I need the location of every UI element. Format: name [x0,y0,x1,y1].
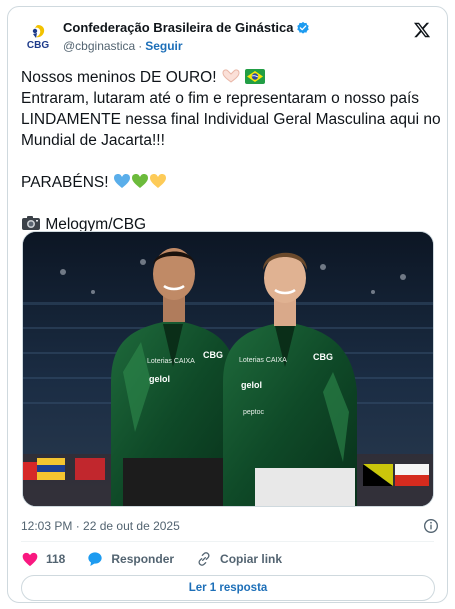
name-line: Confederação Brasileira de Ginástica [63,20,310,35]
heart-icon [22,552,38,566]
verified-badge-icon [297,21,310,34]
jacket-logo-right: CBG [313,352,333,362]
jacket-sponsor-1-right: Loterias CAIXA [239,357,287,364]
copy-link-label: Copiar link [220,552,283,566]
handle[interactable]: @cbginastica [63,39,135,53]
gymnast-logo-icon [32,24,45,38]
timestamp[interactable]: 12:03 PM · 22 de out de 2025 [21,519,180,533]
action-bar: 118 Responder Copiar link [22,545,304,573]
handle-line: @cbginastica · Seguir [63,39,183,53]
avatar[interactable]: CBG [20,19,56,55]
avatar-text: CBG [26,39,50,51]
green-heart-emoji-icon [131,174,148,188]
tweet-photo[interactable]: Loterias CAIXA gelol CBG Loterias CAIXA … [22,231,434,507]
jacket-sponsor-3: peptoc [243,409,265,416]
tweet-text: Nossos meninos DE OURO! Entraram, lutara… [21,67,441,235]
tweet-line-2: Entraram, lutaram até o fim e representa… [21,90,445,149]
like-button[interactable]: 118 [22,552,65,567]
info-icon[interactable] [423,518,439,534]
brazil-flag-emoji-icon [245,69,266,84]
jacket-logo-left: CBG [203,350,223,360]
copy-link-button[interactable]: Copiar link [196,551,282,567]
x-logo-icon[interactable] [413,21,431,39]
tweet-card: CBG Confederação Brasileira de Ginástica… [7,6,448,603]
paragraph-gap-2 [21,193,441,214]
yellow-heart-emoji-icon [149,174,166,188]
reply-button[interactable]: Responder [87,551,174,567]
gymnasts-photo-image: Loterias CAIXA gelol CBG Loterias CAIXA … [23,232,433,506]
separator: · [138,39,143,53]
reply-label: Responder [111,552,175,566]
camera-emoji-icon [22,216,40,230]
divider [21,541,434,542]
tweet-meta: 12:03 PM · 22 de out de 2025 [21,515,441,537]
read-replies-button[interactable]: Ler 1 resposta [21,575,435,601]
speech-bubble-icon [88,552,103,566]
blue-heart-emoji-icon [113,174,130,188]
jacket-sponsor-2-right: gelol [241,380,262,390]
tweet-header: CBG Confederação Brasileira de Ginástica… [20,17,435,61]
tweet-line-3-row: PARABÉNS! [21,172,441,193]
link-icon [198,552,210,566]
jacket-sponsor-2: gelol [149,374,170,384]
follow-button[interactable]: Seguir [145,39,182,53]
tweet-line-3: PARABÉNS! [21,174,109,191]
tweet-line-1: Nossos meninos DE OURO! [21,69,217,86]
read-replies-label: Ler 1 resposta [188,582,268,594]
like-count: 118 [46,552,66,566]
tweet-line-1-row: Nossos meninos DE OURO! [21,67,441,88]
display-name[interactable]: Confederação Brasileira de Ginástica [63,20,293,35]
jacket-sponsor-1: Loterias CAIXA [147,358,195,365]
heart-hands-emoji-icon [222,69,240,83]
